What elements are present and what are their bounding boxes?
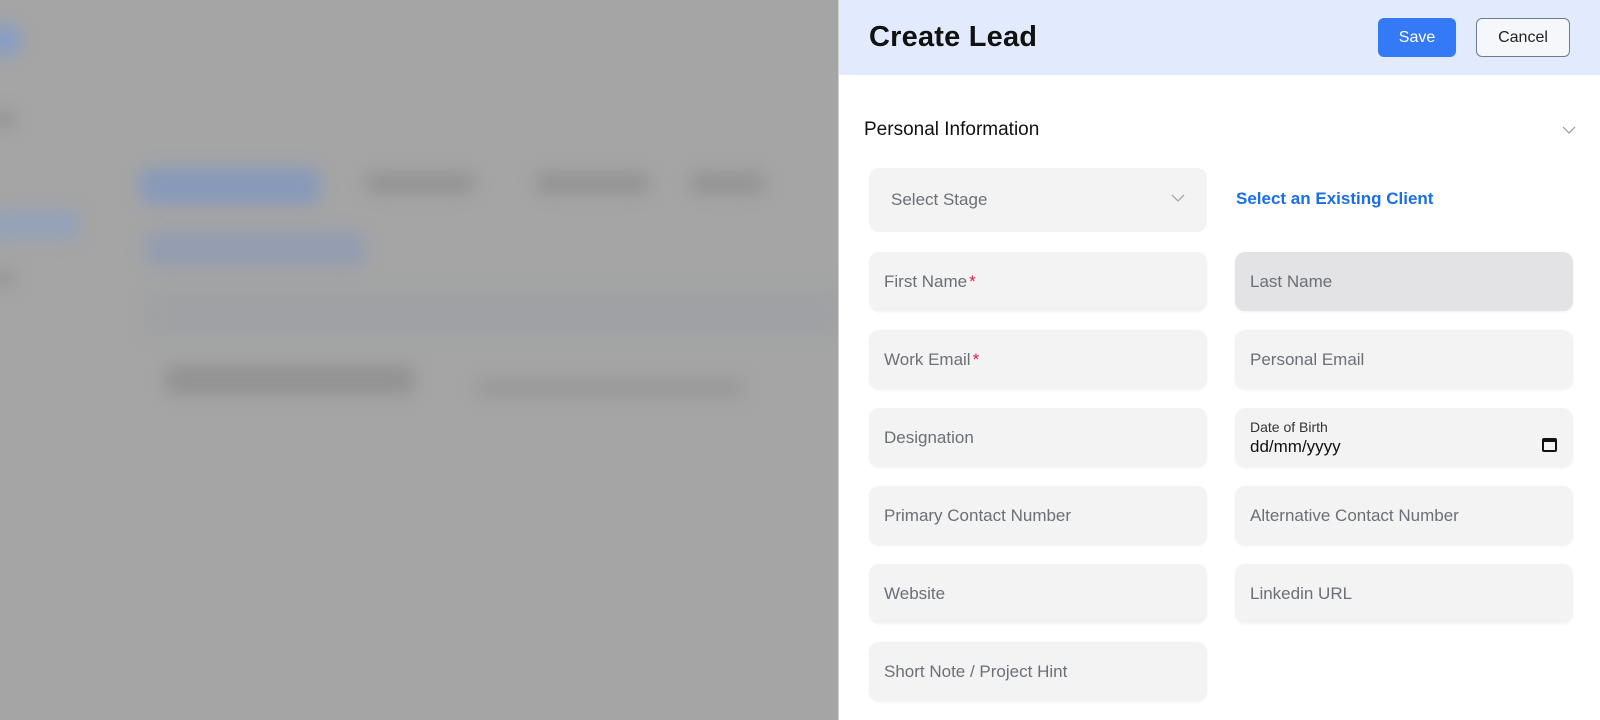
cancel-button[interactable]: Cancel [1476,18,1570,57]
personal-information-section-header[interactable]: Personal Information [864,110,1576,150]
create-lead-drawer: Create Lead Save Cancel Personal Informa… [838,0,1600,720]
first-name-placeholder: First Name [884,271,968,291]
section-title: Personal Information [864,119,1040,140]
designation-placeholder: Designation [884,427,974,447]
primary-contact-field[interactable]: Primary Contact Number [869,486,1207,545]
last-name-placeholder: Last Name [1250,271,1333,291]
last-name-field[interactable]: Last Name [1235,252,1573,311]
stage-select[interactable]: Select Stage [869,168,1207,232]
stage-select-placeholder: Select Stage [891,190,988,209]
website-field[interactable]: Website [869,564,1207,623]
first-name-field[interactable]: First Name * [869,252,1207,311]
personal-email-placeholder: Personal Email [1250,349,1365,369]
work-email-field[interactable]: Work Email * [869,330,1207,389]
required-mark: * [969,271,976,291]
date-of-birth-placeholder: dd/mm/yyyy [1250,436,1341,456]
save-button[interactable]: Save [1378,18,1456,57]
designation-field[interactable]: Designation [869,408,1207,467]
work-email-placeholder: Work Email [884,349,971,369]
background-app [0,0,838,720]
personal-email-field[interactable]: Personal Email [1235,330,1573,389]
website-placeholder: Website [884,583,946,603]
linkedin-url-field[interactable]: Linkedin URL [1235,564,1573,623]
calendar-icon[interactable] [1542,438,1557,452]
alternative-contact-placeholder: Alternative Contact Number [1250,505,1459,525]
drawer-title: Create Lead [869,21,1038,53]
required-mark: * [972,349,980,369]
short-note-field[interactable]: Short Note / Project Hint [869,642,1207,701]
chevron-down-icon[interactable] [1562,123,1576,137]
modal-overlay[interactable] [0,0,838,720]
alternative-contact-field[interactable]: Alternative Contact Number [1235,486,1573,545]
drawer-header: Create Lead Save Cancel [839,0,1600,75]
short-note-placeholder: Short Note / Project Hint [884,661,1068,681]
date-of-birth-label: Date of Birth [1250,418,1328,435]
chevron-down-icon [1171,190,1185,210]
select-existing-client-link[interactable]: Select an Existing Client [1236,189,1433,209]
linkedin-url-placeholder: Linkedin URL [1250,583,1353,603]
date-of-birth-field[interactable]: Date of Birth dd/mm/yyyy [1235,408,1573,467]
primary-contact-placeholder: Primary Contact Number [884,505,1072,525]
